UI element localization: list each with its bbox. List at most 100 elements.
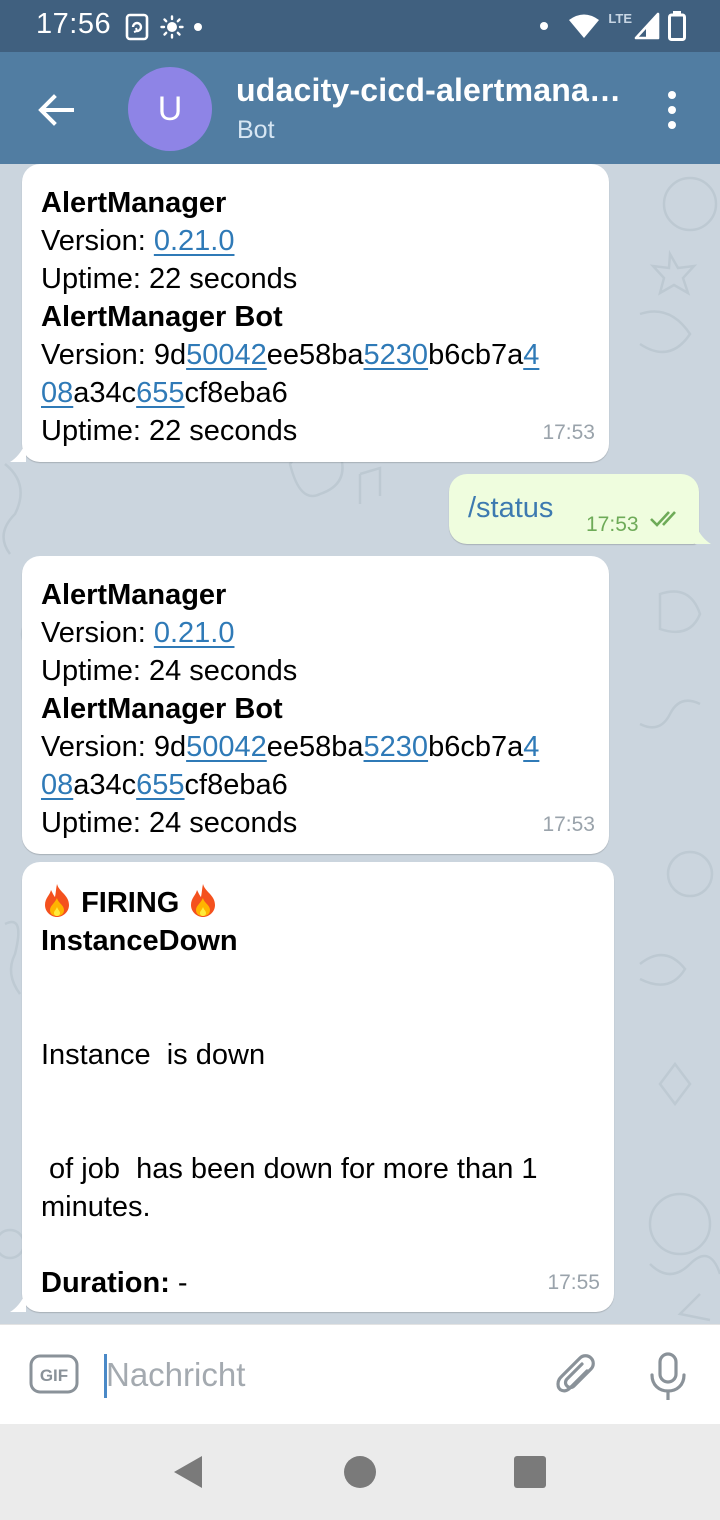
hash-link[interactable]: 655 <box>136 769 184 801</box>
message-list[interactable]: AlertManager Version: 0.21.0 Uptime: 22 … <box>0 164 720 1324</box>
hash-part: a34c <box>73 377 137 409</box>
message-time: 17:53 <box>542 421 595 444</box>
hash-link[interactable]: 4 <box>523 731 539 763</box>
message-line: InstanceDown <box>41 922 590 960</box>
incoming-message[interactable]: AlertManager Version: 0.21.0 Uptime: 22 … <box>10 164 609 462</box>
hash-part: b6cb7a <box>428 731 524 763</box>
version-label: Version: <box>41 617 154 649</box>
message-line: FIRING <box>41 882 590 922</box>
bot-title: AlertManager Bot <box>41 693 283 725</box>
message-line: AlertManager <box>41 184 585 222</box>
hash-part: cf8eba6 <box>184 377 288 409</box>
status-left-icons <box>124 12 202 42</box>
alertmanager-title: AlertManager <box>41 187 227 219</box>
hash-part: a34c <box>73 769 137 801</box>
hash-part: cf8eba6 <box>184 769 288 801</box>
hash-link[interactable]: 5230 <box>364 731 429 763</box>
incoming-message[interactable]: FIRING InstanceDown Instance is down of … <box>10 862 614 1312</box>
hash-link[interactable]: 5230 <box>364 339 429 371</box>
paperclip-icon[interactable] <box>552 1349 600 1401</box>
message-line: 08a34c655cf8eba6 <box>41 766 585 804</box>
status-time: 17:56 <box>36 8 112 40</box>
version-label: Version: <box>41 731 154 763</box>
hash-link[interactable]: 08 <box>41 769 73 801</box>
version-link[interactable]: 0.21.0 <box>154 617 235 649</box>
duration-label: Duration: <box>41 1267 170 1299</box>
message-composer: GIF <box>0 1324 720 1424</box>
hash-link[interactable]: 4 <box>523 339 539 371</box>
notification-dot-icon <box>540 22 549 30</box>
bubble-tail <box>695 524 711 544</box>
outgoing-message[interactable]: /status 17:53 <box>449 474 711 544</box>
chat-subtitle: Bot <box>237 116 275 144</box>
alertmanager-title: AlertManager <box>41 579 227 611</box>
incoming-message[interactable]: AlertManager Version: 0.21.0 Uptime: 24 … <box>22 556 609 854</box>
screen-rotate-icon <box>125 13 149 41</box>
double-check-icon <box>650 511 676 527</box>
brightness-icon <box>160 15 184 39</box>
more-vert-icon[interactable] <box>656 88 688 132</box>
hash-link[interactable]: 50042 <box>186 339 267 371</box>
message-line: Version: 0.21.0 <box>41 614 585 652</box>
message-line: AlertManager Bot <box>41 298 585 336</box>
message-line: Uptime: 22 seconds <box>41 263 298 295</box>
chat-header: U udacity-cicd-alertmanager Bot <box>0 52 720 164</box>
hash-part: ee58ba <box>266 731 364 763</box>
avatar[interactable]: U <box>128 67 212 151</box>
status-right-icons: LTE <box>540 10 686 42</box>
phone-screen: 17:56 LTE U udacity-cicd-alertmanager Bo… <box>0 0 720 1520</box>
version-label: Version: <box>41 339 154 371</box>
version-label: Version: <box>41 225 154 257</box>
message-time: 17:53 <box>586 513 639 536</box>
battery-icon <box>668 11 686 41</box>
message-line: 08a34c655cf8eba6 <box>41 374 585 412</box>
duration-value: - <box>169 1267 188 1299</box>
fire-emoji-icon <box>45 884 69 917</box>
hash-part: 9d <box>153 731 187 763</box>
nav-back-icon[interactable] <box>170 1454 206 1490</box>
signal-icon <box>634 12 660 40</box>
wifi-icon <box>569 14 600 38</box>
message-line: Uptime: 24 seconds <box>41 807 298 839</box>
firing-label: FIRING <box>81 887 180 919</box>
fire-emoji-icon <box>191 884 216 917</box>
hash-part: 9d <box>153 339 187 371</box>
message-input[interactable] <box>106 1349 526 1401</box>
message-time: 17:53 <box>542 813 595 836</box>
bubble-tail <box>10 1292 26 1312</box>
bubble-tail <box>10 442 26 462</box>
microphone-icon[interactable] <box>646 1351 690 1403</box>
message-line: Version: 9d50042ee58ba5230b6cb7a4 <box>41 728 585 766</box>
gif-icon[interactable]: GIF <box>29 1354 79 1394</box>
message-text: /status <box>468 492 554 524</box>
chat-title[interactable]: udacity-cicd-alertmanager <box>236 72 626 109</box>
message-line: Instance is down <box>41 1039 266 1071</box>
nav-recents-icon[interactable] <box>514 1456 546 1488</box>
hash-part: b6cb7a <box>428 339 524 371</box>
message-line: Duration: - <box>41 1264 590 1302</box>
status-bar: 17:56 LTE <box>0 0 720 52</box>
alert-name: InstanceDown <box>41 925 238 957</box>
hash-link[interactable]: 655 <box>136 377 184 409</box>
message-time: 17:55 <box>547 1271 600 1294</box>
message-line: Version: 0.21.0 <box>41 222 585 260</box>
message-line: Version: 9d50042ee58ba5230b6cb7a4 <box>41 336 585 374</box>
message-line: AlertManager Bot <box>41 690 585 728</box>
message-line: Uptime: 24 seconds <box>41 655 298 687</box>
network-type-label: LTE <box>608 10 632 26</box>
back-arrow-icon[interactable] <box>32 86 80 134</box>
hash-link[interactable]: 08 <box>41 377 73 409</box>
version-link[interactable]: 0.21.0 <box>154 225 235 257</box>
nav-home-icon[interactable] <box>344 1456 376 1488</box>
hash-link[interactable]: 50042 <box>186 731 267 763</box>
hash-part: ee58ba <box>266 339 364 371</box>
message-line: AlertManager <box>41 576 585 614</box>
gif-label: GIF <box>40 1366 68 1385</box>
message-line: minutes. <box>41 1191 151 1223</box>
message-line: Uptime: 22 seconds <box>41 415 298 447</box>
notification-dot-icon <box>194 23 202 31</box>
bot-title: AlertManager Bot <box>41 301 283 333</box>
